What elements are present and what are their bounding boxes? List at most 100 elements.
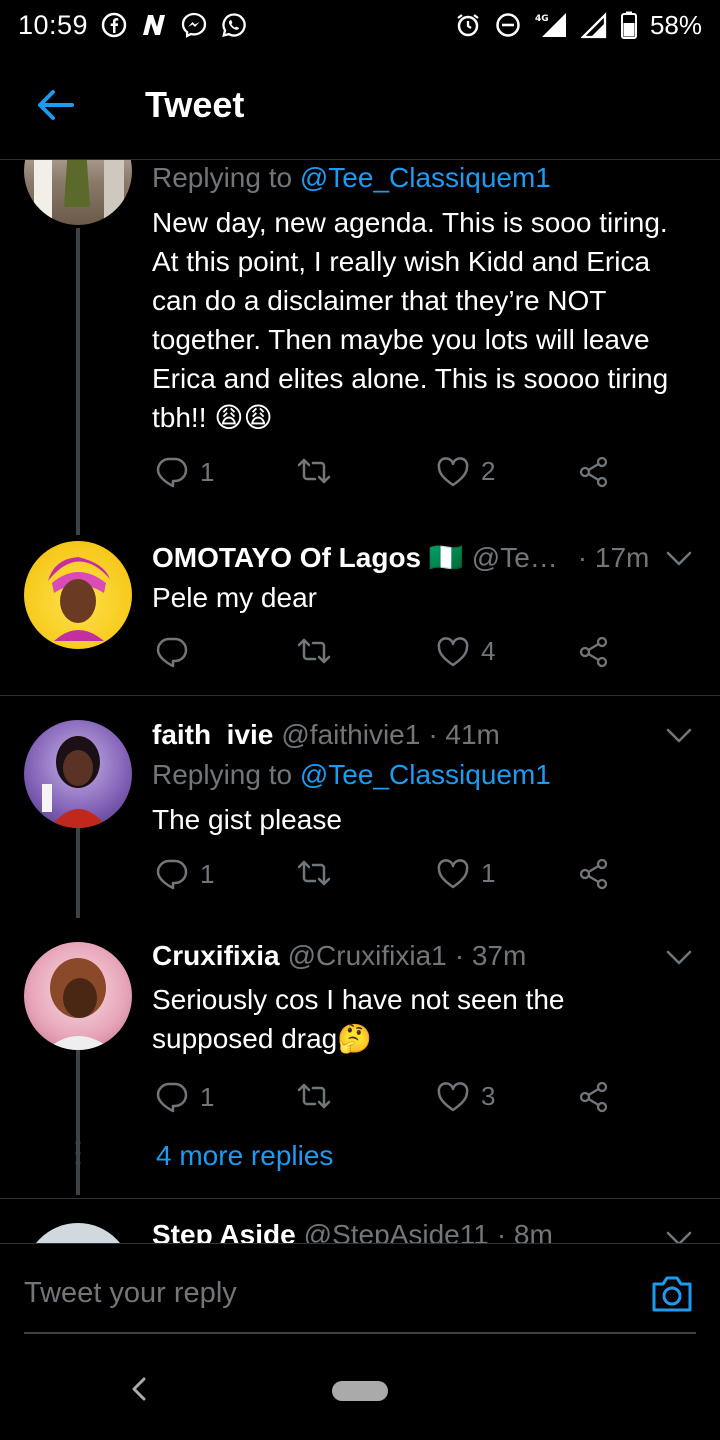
tweet-item[interactable]: Replying to @Tee_Classiquem1 New day, ne… xyxy=(0,160,720,535)
tweet-text: New day, new agenda. This is sooo tiring… xyxy=(152,207,669,433)
retweet-button[interactable] xyxy=(296,456,344,486)
retweet-icon xyxy=(297,458,331,484)
share-icon xyxy=(579,636,608,668)
retweet-button[interactable] xyxy=(296,636,344,666)
share-icon xyxy=(579,1081,608,1113)
page-title: Tweet xyxy=(145,83,245,125)
like-button[interactable]: 3 xyxy=(437,1081,495,1112)
dnd-icon xyxy=(494,11,522,39)
n-app-icon xyxy=(140,11,168,39)
thread-line xyxy=(76,828,80,918)
like-button[interactable]: 4 xyxy=(437,636,495,667)
user-handle[interactable]: @Cruxifixia1 xyxy=(288,940,447,972)
more-replies-link[interactable]: 4 more replies xyxy=(156,1140,333,1172)
reply-feed[interactable]: Replying to @Tee_Classiquem1 New day, ne… xyxy=(0,160,720,1243)
facebook-icon xyxy=(100,11,128,39)
retweet-icon xyxy=(297,860,331,886)
replying-to: Replying to @Tee_Classiquem1 xyxy=(152,759,551,791)
share-button[interactable] xyxy=(578,858,610,890)
network-label: 4G xyxy=(535,14,549,24)
battery-icon xyxy=(620,11,638,39)
tweet-header: Cruxifixia @Cruxifixia1 · 37m xyxy=(152,940,696,972)
tweet-actions: 1 2 xyxy=(152,456,622,500)
retweet-icon xyxy=(297,1083,331,1109)
tweet-item[interactable]: OMOTAYO Of Lagos 🇳🇬 @Te… · 17m Pele my d… xyxy=(0,535,720,695)
retweet-icon xyxy=(297,638,331,664)
reply-input[interactable]: Tweet your reply xyxy=(24,1277,237,1310)
tweet-text: The gist please xyxy=(152,804,342,835)
tweet-item[interactable]: faith ivie @faithivie1 · 41m Replying to… xyxy=(0,696,720,918)
replying-to: Replying to @Tee_Classiquem1 xyxy=(152,162,551,194)
like-button[interactable]: 2 xyxy=(437,456,495,487)
share-button[interactable] xyxy=(578,636,610,668)
tweet-text: Seriously cos I have not seen the suppos… xyxy=(152,984,565,1054)
reply-count: 1 xyxy=(200,1081,215,1112)
tweet-actions: 1 1 xyxy=(152,858,622,902)
reply-button[interactable] xyxy=(156,636,200,668)
avatar[interactable] xyxy=(24,541,132,649)
status-left: 10:59 xyxy=(18,10,248,41)
share-icon xyxy=(579,456,608,488)
reply-composer: Tweet your reply xyxy=(0,1243,720,1343)
retweet-button[interactable] xyxy=(296,858,344,888)
tweet-time: · 41m xyxy=(428,719,500,750)
display-name[interactable]: Step Aside xyxy=(152,1219,296,1243)
tweet-item[interactable]: Step Aside @StepAside11 · 8m xyxy=(0,1199,720,1243)
reply-button[interactable]: 1 xyxy=(156,456,214,488)
reply-button[interactable]: 1 xyxy=(156,1081,214,1113)
app-bar: Tweet xyxy=(0,50,720,160)
battery-percent: 58% xyxy=(649,9,702,40)
share-button[interactable] xyxy=(578,456,610,488)
display-name[interactable]: OMOTAYO Of Lagos 🇳🇬 xyxy=(152,541,464,574)
display-name[interactable]: faith ivie xyxy=(152,719,273,751)
avatar[interactable] xyxy=(24,720,132,828)
heart-icon xyxy=(437,636,469,666)
avatar[interactable] xyxy=(24,942,132,1050)
camera-icon[interactable] xyxy=(650,1274,694,1314)
reply-prefix: Replying to xyxy=(152,759,293,790)
reply-prefix: Replying to xyxy=(152,162,293,193)
retweet-button[interactable] xyxy=(296,1081,344,1111)
4g-signal-icon: 4G xyxy=(534,11,568,39)
arrow-left-icon xyxy=(38,89,74,120)
reply-count: 1 xyxy=(200,858,215,889)
tweet-text: Pele my dear xyxy=(152,582,317,613)
heart-icon xyxy=(437,858,469,888)
tweet-actions: 1 3 xyxy=(152,1081,622,1125)
alarm-icon xyxy=(454,11,482,39)
nav-back-icon[interactable] xyxy=(126,1375,154,1403)
reply-handle-link[interactable]: @Tee_Classiquem1 xyxy=(300,759,551,790)
user-handle[interactable]: @StepAside11 xyxy=(304,1219,489,1243)
reply-button[interactable]: 1 xyxy=(156,858,214,890)
like-button[interactable]: 1 xyxy=(437,858,495,889)
signal-icon xyxy=(580,11,608,39)
chevron-down-icon[interactable] xyxy=(664,948,694,968)
avatar[interactable] xyxy=(24,160,132,225)
thread-line xyxy=(76,1050,80,1195)
thread-line xyxy=(76,228,80,535)
tweet-time: · 8m xyxy=(496,1219,553,1243)
reply-icon xyxy=(156,637,188,668)
like-count: 3 xyxy=(481,1081,496,1111)
tweet-header: faith ivie @faithivie1 · 41m xyxy=(152,719,696,751)
back-button[interactable] xyxy=(0,50,110,160)
user-handle[interactable]: @Te… xyxy=(472,542,558,574)
user-handle[interactable]: @faithivie1 xyxy=(281,719,420,751)
chevron-down-icon[interactable] xyxy=(664,549,694,569)
display-name[interactable]: Cruxifixia xyxy=(152,940,280,972)
tweet-time: · 17m xyxy=(577,541,650,573)
avatar[interactable] xyxy=(24,1223,132,1243)
share-button[interactable] xyxy=(578,1081,610,1113)
home-button[interactable] xyxy=(332,1381,388,1401)
messenger-icon xyxy=(180,11,208,39)
reply-handle-link[interactable]: @Tee_Classiquem1 xyxy=(300,162,551,193)
system-nav-bar xyxy=(0,1343,720,1440)
share-icon xyxy=(579,858,608,890)
heart-icon xyxy=(437,456,469,486)
tweet-item[interactable]: Cruxifixia @Cruxifixia1 · 37m Seriously … xyxy=(0,918,720,1198)
reply-icon xyxy=(156,457,188,488)
tweet-header: Step Aside @StepAside11 · 8m xyxy=(152,1219,696,1243)
chevron-down-icon[interactable] xyxy=(664,1229,694,1243)
status-right: 4G 58% xyxy=(454,10,702,41)
chevron-down-icon[interactable] xyxy=(664,726,694,746)
